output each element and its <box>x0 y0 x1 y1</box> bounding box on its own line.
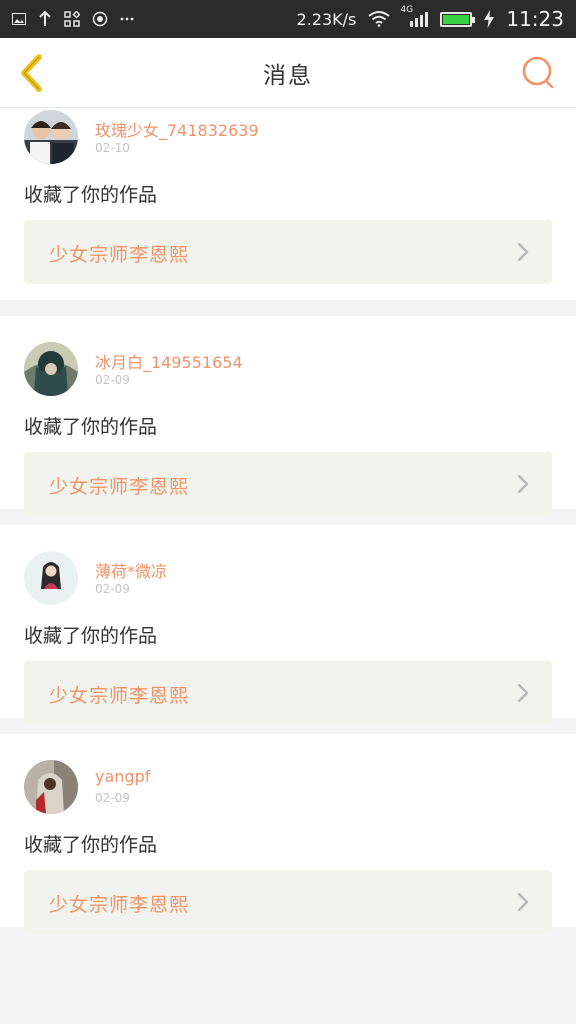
screen: 2.23K/s 4G 11:23 消息 玫瑰少女_741832639 02-10… <box>0 0 576 1024</box>
divider <box>0 300 576 316</box>
chevron-left-icon <box>21 54 42 92</box>
work-link[interactable]: 少女宗师李恩熙 <box>24 452 552 516</box>
timestamp: 02-09 <box>95 373 130 387</box>
page-title: 消息 <box>263 62 313 89</box>
network-type: 4G <box>400 5 414 15</box>
nav-bar: 消息 <box>0 38 576 108</box>
notification-list: 玫瑰少女_741832639 02-10 收藏了你的作品 少女宗师李恩熙 冰月白… <box>0 108 576 943</box>
status-bar-right: 2.23K/s 4G 11:23 <box>296 5 564 31</box>
work-title: 少女宗师李恩熙 <box>49 244 190 266</box>
signal-icon: 4G <box>400 5 429 27</box>
avatar-photo <box>24 551 78 605</box>
username[interactable]: yangpf <box>95 767 150 786</box>
network-speed: 2.23K/s <box>296 9 357 29</box>
avatar[interactable] <box>24 760 78 814</box>
notification-card: 玫瑰少女_741832639 02-10 收藏了你的作品 少女宗师李恩熙 <box>0 108 576 300</box>
chevron-right-icon <box>517 892 529 912</box>
search-button[interactable] <box>520 54 556 92</box>
status-bar-left <box>12 11 134 27</box>
more-icon <box>120 17 134 21</box>
action-text: 收藏了你的作品 <box>24 625 158 647</box>
upload-icon <box>38 11 52 27</box>
work-title: 少女宗师李恩熙 <box>49 685 190 707</box>
avatar-photo <box>24 110 78 164</box>
action-text: 收藏了你的作品 <box>24 184 158 206</box>
timestamp: 02-10 <box>95 141 130 155</box>
charging-icon <box>484 10 495 28</box>
avatar[interactable] <box>24 551 78 605</box>
clock: 11:23 <box>506 7 564 31</box>
chevron-right-icon <box>517 474 529 494</box>
username[interactable]: 冰月白_149551654 <box>95 349 243 373</box>
status-bar: 2.23K/s 4G 11:23 <box>0 0 576 38</box>
chevron-right-icon <box>517 242 529 262</box>
notification-card: yangpf 02-09 收藏了你的作品 少女宗师李恩熙 <box>0 734 576 934</box>
search-icon <box>522 56 554 89</box>
apps-icon <box>64 11 80 27</box>
timestamp: 02-09 <box>95 791 130 805</box>
timestamp: 02-09 <box>95 582 130 596</box>
action-text: 收藏了你的作品 <box>24 416 158 438</box>
avatar-photo <box>24 760 78 814</box>
work-title: 少女宗师李恩熙 <box>49 894 190 916</box>
wifi-icon <box>368 11 390 27</box>
action-text: 收藏了你的作品 <box>24 834 158 856</box>
battery-icon <box>440 11 476 27</box>
work-link[interactable]: 少女宗师李恩熙 <box>24 661 552 725</box>
username[interactable]: 玫瑰少女_741832639 <box>95 117 259 141</box>
record-icon <box>92 11 108 27</box>
avatar[interactable] <box>24 342 78 396</box>
work-link[interactable]: 少女宗师李恩熙 <box>24 220 552 284</box>
work-title: 少女宗师李恩熙 <box>49 476 190 498</box>
username[interactable]: 薄荷*微凉 <box>95 558 167 582</box>
avatar[interactable] <box>24 110 78 164</box>
notification-card: 冰月白_149551654 02-09 收藏了你的作品 少女宗师李恩熙 <box>0 316 576 516</box>
notification-card: 薄荷*微凉 02-09 收藏了你的作品 少女宗师李恩熙 <box>0 525 576 725</box>
image-icon <box>12 13 26 25</box>
avatar-photo <box>24 342 78 396</box>
work-link[interactable]: 少女宗师李恩熙 <box>24 870 552 934</box>
back-button[interactable] <box>14 52 54 94</box>
chevron-right-icon <box>517 683 529 703</box>
